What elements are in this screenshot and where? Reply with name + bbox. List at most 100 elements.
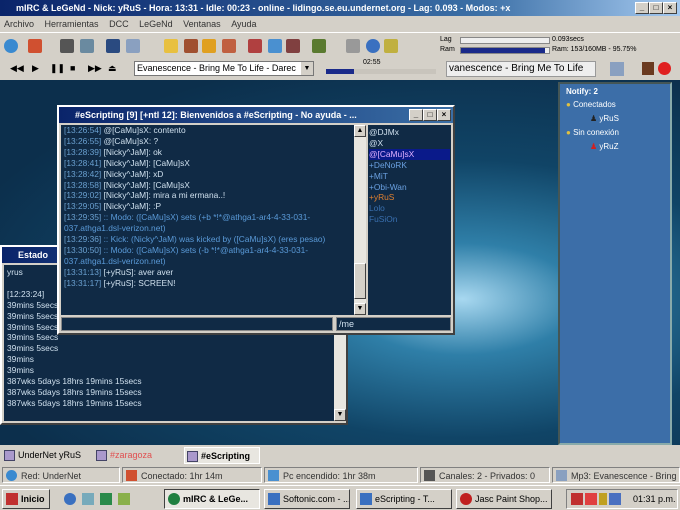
status-connected: Conectado: 1hr 14m (122, 467, 262, 483)
about-icon[interactable] (384, 39, 398, 53)
connect-icon[interactable] (4, 39, 18, 53)
nick-item[interactable]: +MiT (369, 171, 450, 182)
scroll-up-icon[interactable]: ▲ (354, 125, 366, 137)
desktop-icon[interactable] (82, 493, 94, 505)
folder-icon[interactable] (164, 39, 178, 53)
menu-ventanas[interactable]: Ventanas (183, 19, 221, 29)
chat-line: [13:28:58] [Nicky^JaM]: [CaMu]sX (64, 180, 351, 191)
door-icon[interactable] (642, 62, 654, 75)
menu-dcc[interactable]: DCC (109, 19, 129, 29)
help-icon[interactable] (366, 39, 380, 53)
message: @[CaMu]sX: ? (103, 135, 159, 146)
task-mirc[interactable]: mIRC & LeGe... (164, 489, 260, 509)
timestamp: [13:29:35] (64, 212, 102, 223)
channels-list-icon[interactable] (60, 39, 74, 53)
address-book-icon[interactable] (106, 39, 120, 53)
nick-item[interactable]: @[CaMu]sX (369, 148, 450, 160)
tab-escripting[interactable]: #eScripting (184, 447, 260, 464)
notify-icon[interactable] (222, 39, 236, 53)
lag-label: Lag (440, 36, 452, 43)
song-progress[interactable] (326, 69, 436, 74)
timestamp: [13:28:42] (64, 168, 102, 179)
favorites-icon[interactable] (80, 39, 94, 53)
channel-window-title[interactable]: #eScripting [9] [+ntl 12]: Bienvenidos a… (59, 107, 453, 123)
menu-archivo[interactable]: Archivo (4, 19, 34, 29)
song-select[interactable]: Evanescence - Bring Me To Life - Darec ▼ (134, 61, 314, 76)
nick-item[interactable]: @DJMx (369, 127, 450, 138)
dcc-send-icon[interactable] (184, 39, 198, 53)
notify-user[interactable]: ♟ yRuZ (590, 142, 619, 151)
scroll-down-icon[interactable]: ▼ (334, 409, 346, 421)
chat-line: [13:29:35] :: Modo: ([CaMu]sX) sets (+b … (64, 212, 351, 234)
browser-icon[interactable] (64, 493, 76, 505)
chat-line: [13:28:39] [Nicky^JaM]: ok (64, 147, 351, 158)
start-button[interactable]: Inicio (2, 489, 50, 509)
nick-item[interactable]: @X (369, 138, 450, 149)
message: [Nicky^JaM]: ok (103, 146, 162, 157)
task-escripting[interactable]: eScripting - T... (356, 489, 452, 509)
notify-group[interactable]: ● Sin conexión (566, 128, 619, 137)
menu-herramientas[interactable]: Herramientas (45, 19, 99, 29)
tray-icon[interactable] (609, 493, 621, 505)
tab-undernet[interactable]: UnderNet yRuS (2, 447, 81, 464)
paint-icon[interactable] (248, 39, 262, 53)
maximize-button[interactable]: □ (649, 2, 663, 14)
nick-item[interactable]: +yRuS (369, 192, 450, 203)
scroll-down-icon[interactable]: ▼ (354, 303, 366, 315)
app-icon[interactable] (118, 493, 130, 505)
chevron-down-icon[interactable]: ▼ (301, 62, 313, 75)
switchbar: UnderNet yRuS #zaragoza #eScripting (0, 445, 680, 465)
nick-item[interactable]: +DeNoRK (369, 160, 450, 171)
app-icon[interactable] (100, 493, 112, 505)
power-icon[interactable] (658, 62, 671, 75)
music-icon (556, 470, 567, 481)
paintshop-icon (460, 493, 472, 505)
chat-line: [13:29:36] :: Kick: (Nicky^JaM) was kick… (64, 234, 351, 245)
system-tray: 01:31 p.m. (566, 489, 678, 509)
music-player-icon[interactable] (610, 62, 624, 76)
tools-icon[interactable] (286, 39, 300, 53)
minimize-button[interactable]: _ (635, 2, 649, 14)
nick-item[interactable]: FuSiOn (369, 214, 450, 225)
pause-icon[interactable]: ❚❚ (50, 63, 65, 74)
task-softonic[interactable]: Softonic.com - ... (264, 489, 350, 509)
chat-line: [13:31:17] [+yRuS]: SCREEN! (64, 278, 351, 289)
music-icon[interactable] (126, 39, 140, 53)
options-icon[interactable] (28, 39, 42, 53)
command-input[interactable]: /me (336, 317, 451, 331)
notify-user[interactable]: ♟ yRuS (590, 114, 619, 123)
tab-zaragoza[interactable]: #zaragoza (94, 447, 152, 464)
tray-icon[interactable] (571, 493, 583, 505)
tray-icon[interactable] (585, 493, 597, 505)
menu-ayuda[interactable]: Ayuda (231, 19, 256, 29)
stop-icon[interactable]: ■ (70, 63, 75, 73)
dcc-chat-icon[interactable] (202, 39, 216, 53)
minimize-button[interactable]: _ (409, 109, 423, 121)
song-ticker: vanescence - Bring Me To Life (446, 61, 596, 77)
play-icon[interactable]: ▶ (32, 63, 39, 74)
tips-icon[interactable] (268, 39, 282, 53)
nick-item[interactable]: +Obi-Wan (369, 182, 450, 193)
status-window-icon (4, 450, 15, 461)
print-icon[interactable] (346, 39, 360, 53)
close-button[interactable]: × (437, 109, 451, 121)
status-line: 39mins 5secs (7, 343, 59, 354)
volume-icon[interactable] (599, 493, 607, 505)
channel-icon (96, 450, 107, 461)
maximize-button[interactable]: □ (423, 109, 437, 121)
next-icon[interactable]: ▶▶ (88, 63, 102, 74)
scripts-icon[interactable] (312, 39, 326, 53)
song-select-value: Evanescence - Bring Me To Life - Darec (137, 63, 296, 73)
chat-line: [13:26:55] @[CaMu]sX: ? (64, 136, 351, 147)
eject-icon[interactable]: ⏏ (108, 63, 117, 74)
menu-legend[interactable]: LeGeNd (139, 19, 173, 29)
close-button[interactable]: × (663, 2, 677, 14)
scroll-thumb[interactable] (354, 263, 366, 299)
nick-list[interactable]: @DJMx @X @[CaMu]sX +DeNoRK +MiT +Obi-Wan +yRuS… (368, 125, 451, 315)
previous-icon[interactable]: ◀◀ (10, 63, 24, 74)
nick-item[interactable]: Lolo (369, 203, 450, 214)
message-input[interactable] (61, 317, 333, 331)
channel-scrollbar[interactable]: ▲ ▼ (354, 125, 366, 315)
notify-group[interactable]: ● Conectados (566, 100, 616, 109)
task-paintshop[interactable]: Jasc Paint Shop... (456, 489, 552, 509)
